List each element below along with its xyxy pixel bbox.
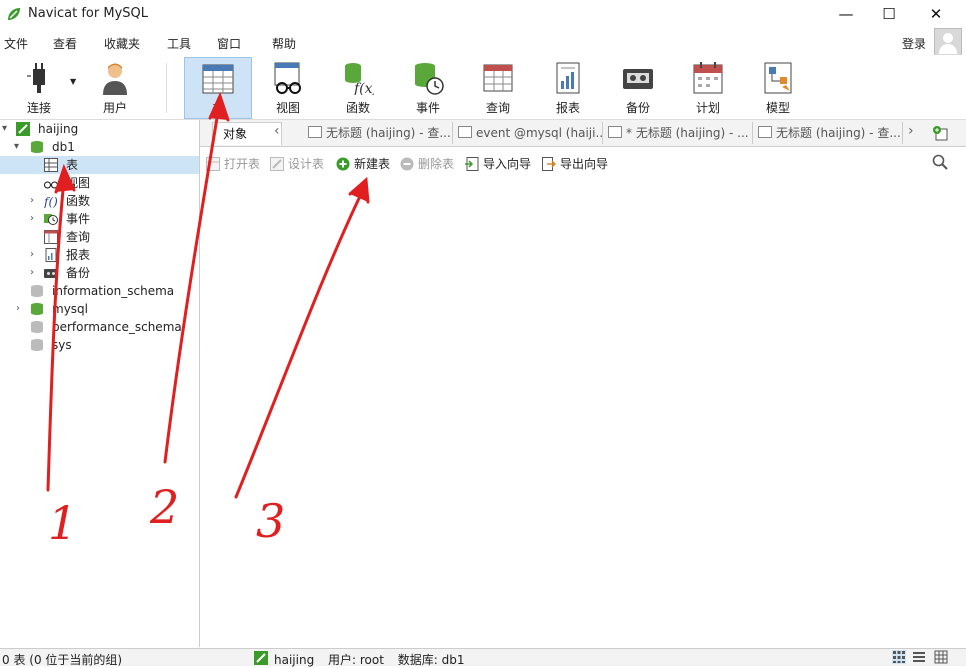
annotation-arrow-2-head [208,91,230,122]
annotation-arrow-3 [234,190,364,499]
annotation-arrow-1-head [54,163,76,194]
annotation-arrows [46,91,370,499]
annotation-label-1: 1 [48,496,78,550]
annotation-label-2: 2 [150,480,180,534]
annotation-arrow-2 [163,110,220,464]
annotation-label-3: 3 [256,494,286,548]
annotation-arrow-1 [46,178,66,492]
